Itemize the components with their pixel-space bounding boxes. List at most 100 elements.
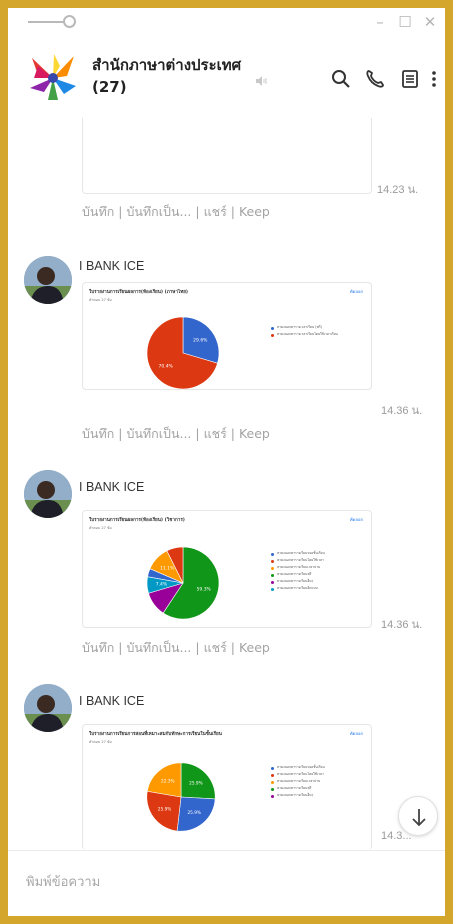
notes-icon[interactable]	[399, 68, 421, 90]
sender-name: I BANK ICE	[79, 694, 145, 708]
arrow-down-icon	[412, 809, 426, 827]
slice-label: 25.9%	[187, 810, 201, 816]
sender-name: I BANK ICE	[79, 259, 145, 273]
person-photo-icon	[24, 470, 72, 518]
legend-label: หาดงนอกตารางเวลาเรียน (ฟรี)	[277, 325, 322, 329]
avatar[interactable]	[24, 470, 72, 518]
chat-window: – ☐ ✕ สำนักภาษาต่างประเทศ (27) 14.23 น. …	[8, 8, 445, 916]
legend-swatch	[271, 333, 275, 337]
chart-sheet: ใบรายงานการเรียนการสอนที่เหมาะสมกับทักษะ…	[85, 727, 369, 850]
sheet-title: ใบรายงานการเรียนการสอนที่เหมาะสมกับทักษะ…	[89, 732, 222, 737]
legend-item: หาดงนอกตารางเรียนอื่นๆ	[271, 579, 367, 586]
chart-image-card[interactable]: ใบรายงานการเรียนผลการ(ห้องเรียน) (ภาษาไท…	[82, 282, 372, 390]
pie-chart: 59.3% 7.4% 11.1%	[146, 546, 220, 620]
legend-item: หาดงนอกตารางเวลาเรียน (ฟรี)	[271, 325, 367, 332]
minimize-button[interactable]: –	[371, 12, 389, 32]
title-bar: – ☐ ✕	[8, 8, 445, 38]
legend-swatch	[271, 787, 275, 791]
message-card[interactable]	[82, 118, 372, 194]
avatar[interactable]	[24, 256, 72, 304]
legend-label: หาดงนอกตารางเรียนโดยใช้เวลา	[277, 558, 324, 562]
slice-label: 59.3%	[197, 587, 212, 593]
message-time: 14.36 น.	[381, 405, 423, 417]
pin-track	[28, 21, 64, 23]
search-icon[interactable]	[330, 68, 352, 90]
legend-label: หาดงนอกตารางเรียนของชั้นเรียน	[277, 551, 325, 555]
legend-swatch	[271, 552, 275, 556]
legend-swatch	[271, 573, 275, 577]
sheet-subtitle: คำตอบ 27 ข้อ	[89, 298, 112, 302]
message-actions[interactable]: บันทึก | บันทึกเป็น... | แชร์ | Keep	[82, 202, 270, 222]
group-avatar[interactable]	[24, 48, 82, 106]
legend-item: หาดงนอกตารางเรียนโดยใช้เวลา	[271, 558, 367, 565]
pin-toggle[interactable]	[63, 15, 76, 28]
legend-item: หาดงนอกตารางเรียนของชั้นเรียน	[271, 551, 367, 558]
close-button[interactable]: ✕	[421, 12, 439, 32]
sheet-title: ใบรายงานการเรียนผลการ(ห้องเรียน) (ภาษาไท…	[89, 290, 189, 295]
pie-chart: 29.6% 70.4%	[146, 316, 220, 390]
legend-item: หาดงนอกตารางเรียนฟรี	[271, 572, 367, 579]
legend-swatch	[271, 326, 275, 330]
message-actions[interactable]: บันทึก | บันทึกเป็น... | แชร์ | Keep	[82, 638, 270, 658]
legend-label: หาดงนอกตารางเรียนอื่นๆ	[277, 579, 314, 583]
phone-icon[interactable]	[364, 68, 386, 90]
legend-item: หาดงนอกตารางเรียนอื่นๆ	[271, 793, 367, 800]
chart-image-card[interactable]: ใบรายงานการเรียนผลการ(ห้องเรียน) (วิชากา…	[82, 510, 372, 628]
legend-swatch	[271, 766, 275, 770]
slice-label: 22.3%	[161, 779, 175, 785]
more-icon[interactable]	[428, 68, 440, 90]
message-time: 14.36 น.	[381, 619, 423, 631]
legend-label: หาดงนอกตารางเรียนอื่นๆ	[277, 793, 314, 797]
pie-chart: 25.9% 25.9% 25.9% 22.3%	[146, 762, 216, 832]
chat-header: สำนักภาษาต่างประเทศ (27)	[8, 38, 445, 118]
legend-swatch	[271, 773, 275, 777]
message-composer[interactable]: พิมพ์ข้อความ	[8, 850, 445, 916]
legend-label: หาดงนอกตารางเรียนของชั้นเรียน	[277, 765, 325, 769]
chart-legend: หาดงนอกตารางเรียนของชั้นเรียนหาดงนอกตารา…	[271, 765, 367, 800]
legend-item: หาดงนอกตารางเรียนของชั้นเรียน	[271, 765, 367, 772]
legend-swatch	[271, 580, 275, 584]
chart-legend: หาดงนอกตารางเรียนของชั้นเรียนหาดงนอกตารา…	[271, 551, 367, 593]
scroll-down-button[interactable]	[398, 796, 438, 836]
message-input[interactable]: พิมพ์ข้อความ	[26, 871, 100, 892]
legend-label: หาดงนอกตารางเวลาเรียนโดยใช้เวลาเรียน	[277, 332, 338, 336]
mute-icon	[256, 76, 267, 86]
legend-label: หาดงนอกตารางเรียนอีกแบบ	[277, 586, 318, 590]
legend-label: หาดงนอกตารางเรียนฟรี	[277, 572, 312, 576]
legend-swatch	[271, 794, 275, 798]
legend-swatch	[271, 566, 275, 570]
avatar[interactable]	[24, 684, 72, 732]
chart-sheet: ใบรายงานการเรียนผลการ(ห้องเรียน) (วิชากา…	[85, 513, 369, 625]
legend-item: หาดงนอกตารางเรียนเวลาบ่าย	[271, 779, 367, 786]
legend-swatch	[271, 559, 275, 563]
group-title[interactable]: สำนักภาษาต่างประเทศ (27)	[92, 54, 252, 98]
message-actions[interactable]: บันทึก | บันทึกเป็น... | แชร์ | Keep	[82, 424, 270, 444]
legend-swatch	[271, 780, 275, 784]
legend-item: หาดงนอกตารางเรียนเวลาบ่าย	[271, 565, 367, 572]
flower-logo-icon	[24, 48, 82, 106]
legend-swatch	[271, 587, 275, 591]
sender-name: I BANK ICE	[79, 480, 145, 494]
person-photo-icon	[24, 256, 72, 304]
legend-item: หาดงนอกตารางเรียนอีกแบบ	[271, 586, 367, 593]
legend-label: หาดงนอกตารางเรียนฟรี	[277, 786, 312, 790]
slice-label: 29.6%	[193, 338, 208, 344]
legend-item: หาดงนอกตารางเวลาเรียนโดยใช้เวลาเรียน	[271, 332, 367, 339]
slice-label: 70.4%	[159, 363, 174, 369]
sheet-subtitle: คำตอบ 27 ข้อ	[89, 526, 112, 530]
slice-label: 25.9%	[189, 780, 203, 786]
chart-sheet: ใบรายงานการเรียนผลการ(ห้องเรียน) (ภาษาไท…	[85, 285, 369, 390]
copy-link: คัดลอก	[349, 289, 363, 294]
legend-item: หาดงนอกตารางเรียนฟรี	[271, 786, 367, 793]
copy-link: คัดลอก	[349, 517, 363, 522]
chart-image-card[interactable]: ใบรายงานการเรียนการสอนที่เหมาะสมกับทักษะ…	[82, 724, 372, 850]
slice-label: 7.4%	[156, 582, 168, 588]
legend-item: หาดงนอกตารางเรียนโดยใช้เวลา	[271, 772, 367, 779]
sheet-subtitle: คำตอบ 27 ข้อ	[89, 740, 112, 744]
person-photo-icon	[24, 684, 72, 732]
slice-label: 25.9%	[158, 807, 172, 813]
legend-label: หาดงนอกตารางเรียนเวลาบ่าย	[277, 779, 321, 783]
maximize-button[interactable]: ☐	[396, 12, 414, 32]
sheet-title: ใบรายงานการเรียนผลการ(ห้องเรียน) (วิชากา…	[89, 518, 185, 523]
message-list[interactable]: 14.23 น. บันทึก | บันทึกเป็น... | แชร์ |…	[8, 118, 445, 850]
